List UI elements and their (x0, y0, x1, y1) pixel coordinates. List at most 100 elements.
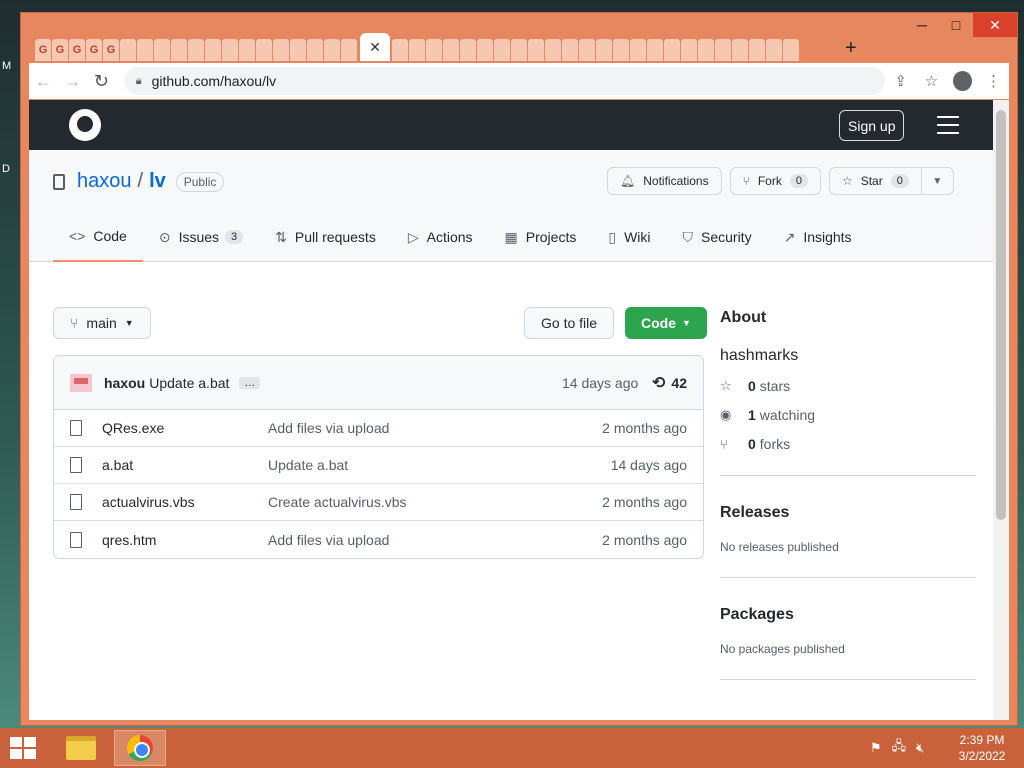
menu-dots-icon[interactable]: ⋮ (978, 72, 1009, 90)
repo-owner-link[interactable]: haxou (77, 170, 132, 193)
page-scrollbar[interactable] (993, 100, 1009, 720)
minimize-button[interactable]: ─ (905, 13, 939, 37)
browser-tab[interactable] (171, 39, 187, 61)
browser-tab[interactable]: G (69, 39, 85, 61)
tab-insights[interactable]: ↗ Insights (768, 212, 868, 262)
close-tab-icon[interactable]: ✕ (369, 39, 381, 56)
tab-security[interactable]: ⛉ Security (667, 212, 768, 262)
browser-tab[interactable] (256, 39, 272, 61)
browser-tab[interactable] (460, 39, 476, 61)
browser-tab[interactable] (613, 39, 629, 61)
tab-projects[interactable]: ▦ Projects (489, 212, 593, 262)
tab-code[interactable]: <> Code (53, 212, 143, 262)
repo-name-link[interactable]: lv (149, 170, 166, 193)
browser-tab[interactable] (528, 39, 544, 61)
browser-tab[interactable] (392, 39, 408, 61)
browser-tab[interactable] (647, 39, 663, 61)
browser-tab[interactable] (783, 39, 799, 61)
desktop-icon-label[interactable]: M (2, 60, 11, 72)
go-to-file-button[interactable]: Go to file (524, 307, 615, 339)
taskbar-clock[interactable]: 2:39 PM 3/2/2022 (952, 732, 1012, 764)
active-browser-tab[interactable]: ✕ (360, 33, 390, 61)
browser-tab[interactable]: G (35, 39, 51, 61)
file-commit-message[interactable]: Update a.bat (268, 457, 348, 473)
browser-tab[interactable] (409, 39, 425, 61)
forward-button[interactable]: → (58, 71, 87, 92)
watching-stat[interactable]: ◉ 1 watching (720, 407, 976, 423)
file-commit-message[interactable]: Add files via upload (268, 420, 389, 436)
new-tab-button[interactable]: + (845, 37, 857, 60)
browser-tab[interactable] (290, 39, 306, 61)
browser-tab[interactable] (324, 39, 340, 61)
action-center-flag-icon[interactable]: ⚑ (870, 740, 882, 756)
browser-tab[interactable] (477, 39, 493, 61)
file-explorer-taskbar-button[interactable] (55, 730, 107, 766)
commit-time[interactable]: 14 days ago (562, 375, 638, 391)
github-logo-icon[interactable] (69, 109, 101, 141)
browser-tab[interactable] (120, 39, 136, 61)
tab-wiki[interactable]: ▯ Wiki (592, 212, 666, 262)
browser-tab[interactable] (222, 39, 238, 61)
reload-button[interactable]: ↻ (87, 71, 116, 92)
browser-tab[interactable] (579, 39, 595, 61)
stars-stat[interactable]: ☆ 0 stars (720, 378, 976, 394)
browser-tab[interactable] (239, 39, 255, 61)
browser-tab[interactable] (766, 39, 782, 61)
browser-tab[interactable] (562, 39, 578, 61)
fork-button[interactable]: ⑂ Fork 0 (729, 167, 821, 195)
browser-tab[interactable] (681, 39, 697, 61)
forks-stat[interactable]: ⑂ 0 forks (720, 436, 976, 452)
browser-tab[interactable] (137, 39, 153, 61)
browser-tab[interactable] (715, 39, 731, 61)
browser-tab[interactable] (341, 39, 357, 61)
browser-tab[interactable] (596, 39, 612, 61)
browser-tab[interactable] (154, 39, 170, 61)
back-button[interactable]: ← (29, 71, 58, 92)
browser-tab[interactable] (443, 39, 459, 61)
desktop-icon-label[interactable]: D (2, 163, 10, 175)
browser-tab[interactable] (545, 39, 561, 61)
commit-expand-button[interactable]: … (239, 376, 261, 389)
windows-start-icon[interactable] (10, 737, 38, 759)
file-commit-message[interactable]: Create actualvirus.vbs (268, 494, 407, 510)
star-button[interactable]: ☆ Star 0 (828, 167, 922, 195)
file-commit-message[interactable]: Add files via upload (268, 532, 389, 548)
maximize-button[interactable]: □ (939, 13, 973, 37)
profile-avatar[interactable] (952, 71, 973, 91)
sign-up-button[interactable]: Sign up (839, 110, 905, 141)
browser-tab[interactable] (273, 39, 289, 61)
commit-author[interactable]: haxou (104, 375, 145, 391)
commit-author-avatar[interactable] (70, 373, 92, 392)
branch-select-button[interactable]: ⑂ main ▼ (53, 307, 151, 339)
browser-tab[interactable]: G (86, 39, 102, 61)
tab-actions[interactable]: ▷ Actions (392, 212, 489, 262)
browser-tab[interactable] (511, 39, 527, 61)
browser-tab[interactable] (664, 39, 680, 61)
browser-tab[interactable] (205, 39, 221, 61)
commit-history-link[interactable]: ⟲ 42 (652, 373, 687, 393)
volume-muted-icon[interactable]: 🔇︎ (916, 740, 924, 756)
browser-tab[interactable]: G (103, 39, 119, 61)
browser-tab[interactable] (749, 39, 765, 61)
browser-tab[interactable] (307, 39, 323, 61)
close-window-button[interactable]: ✕ (973, 13, 1017, 37)
code-button[interactable]: Code ▼ (625, 307, 707, 339)
chrome-taskbar-button[interactable] (114, 730, 166, 766)
browser-tab[interactable] (732, 39, 748, 61)
tab-pull-requests[interactable]: ⇅ Pull requests (259, 212, 392, 262)
hamburger-menu-icon[interactable] (937, 116, 959, 140)
tab-issues[interactable]: ⊙ Issues 3 (143, 212, 259, 262)
packages-heading[interactable]: Packages (720, 606, 976, 624)
browser-tab[interactable] (426, 39, 442, 61)
file-name[interactable]: a.bat (102, 457, 133, 473)
releases-heading[interactable]: Releases (720, 504, 976, 522)
bookmark-star-icon[interactable]: ☆ (916, 72, 947, 90)
scrollbar-thumb[interactable] (996, 110, 1006, 520)
file-name[interactable]: qres.htm (102, 532, 156, 548)
share-icon[interactable]: ⇪ (885, 72, 916, 90)
commit-message[interactable]: Update a.bat (149, 375, 229, 391)
network-icon[interactable]: 🖧︎ (892, 737, 907, 759)
file-name[interactable]: QRes.exe (102, 420, 164, 436)
file-name[interactable]: actualvirus.vbs (102, 494, 195, 510)
notifications-button[interactable]: 🔔︎ Notifications (607, 167, 722, 195)
